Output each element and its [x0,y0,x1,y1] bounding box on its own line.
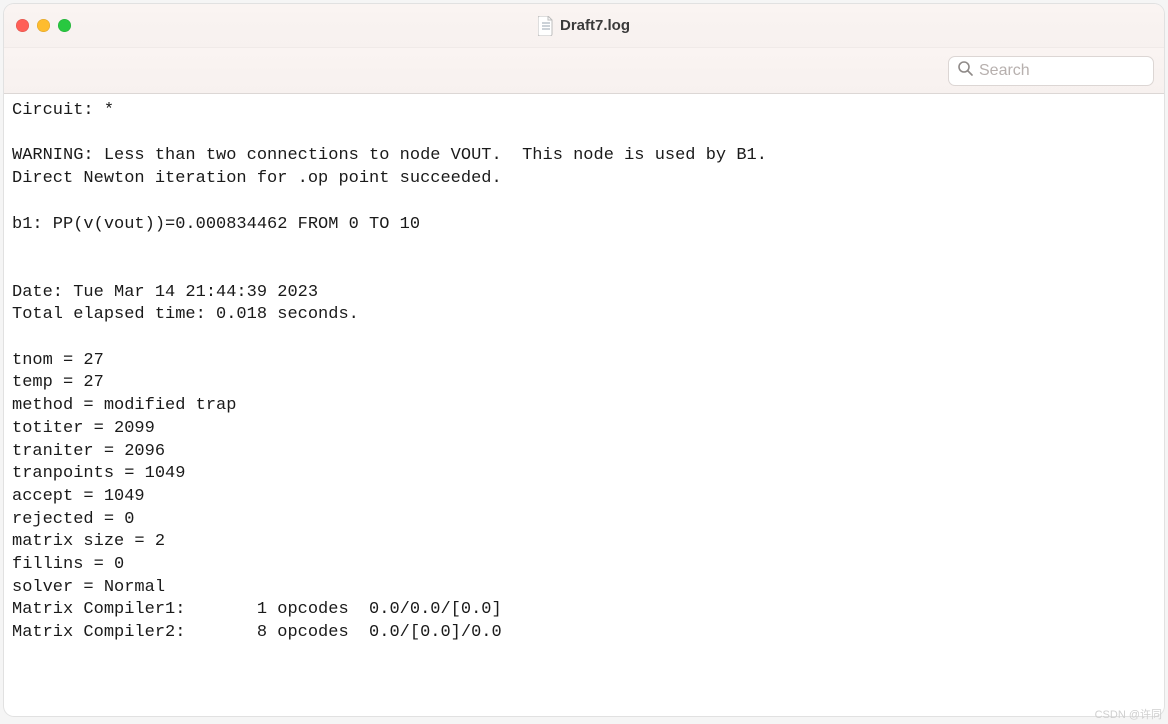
titlebar: Draft7.log [4,4,1164,48]
toolbar [4,48,1164,94]
maximize-button[interactable] [58,19,71,32]
window-title: Draft7.log [560,17,630,34]
log-text: Circuit: * WARNING: Less than two connec… [12,101,767,642]
search-input[interactable] [979,62,1145,80]
log-content: Circuit: * WARNING: Less than two connec… [4,94,1164,716]
document-icon [538,16,554,36]
minimize-button[interactable] [37,19,50,32]
app-window: Draft7.log Circuit: * WARNING: Less than… [4,4,1164,716]
title-center: Draft7.log [4,16,1164,36]
search-icon [957,60,973,81]
window-controls [16,19,71,32]
search-field[interactable] [948,56,1154,86]
close-button[interactable] [16,19,29,32]
